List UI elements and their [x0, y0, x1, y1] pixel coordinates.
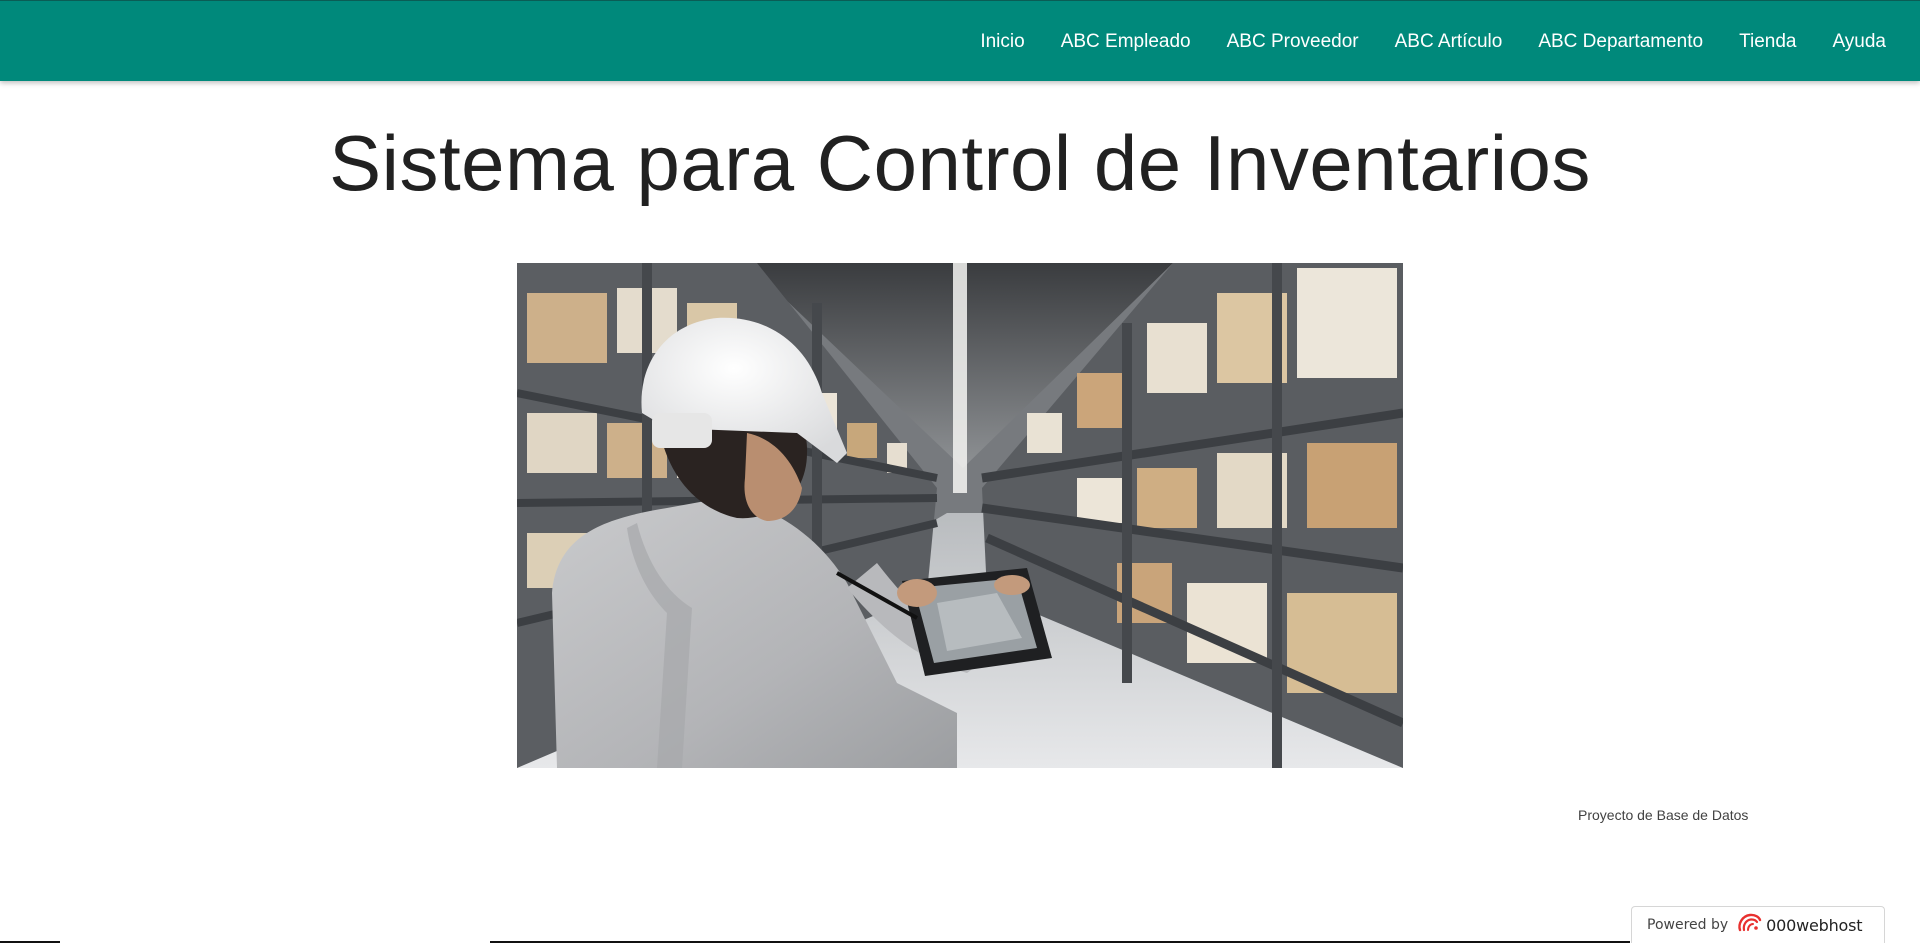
nav-link-ayuda[interactable]: Ayuda: [1814, 1, 1904, 82]
powered-by-badge[interactable]: Powered by 000webhost: [1631, 906, 1885, 943]
nav-menu: Inicio ABC Empleado ABC Proveedor ABC Ar…: [962, 1, 1904, 82]
nav-item-abc-departamento: ABC Departamento: [1520, 1, 1721, 82]
nav-item-ayuda: Ayuda: [1814, 1, 1904, 82]
nav-link-abc-proveedor[interactable]: ABC Proveedor: [1209, 1, 1377, 82]
nav-link-abc-empleado[interactable]: ABC Empleado: [1043, 1, 1209, 82]
nav-item-abc-empleado: ABC Empleado: [1043, 1, 1209, 82]
nav-link-tienda[interactable]: Tienda: [1721, 1, 1814, 82]
nav-link-abc-articulo[interactable]: ABC Artículo: [1377, 1, 1521, 82]
project-caption: Proyecto de Base de Datos: [1578, 807, 1749, 823]
nav-item-abc-proveedor: ABC Proveedor: [1209, 1, 1377, 82]
nav-item-tienda: Tienda: [1721, 1, 1814, 82]
page-title: Sistema para Control de Inventarios: [329, 119, 1591, 207]
nav-item-inicio: Inicio: [962, 1, 1042, 82]
nav-link-abc-departamento[interactable]: ABC Departamento: [1520, 1, 1721, 82]
warehouse-hero-image: [517, 263, 1403, 768]
nav-link-inicio[interactable]: Inicio: [962, 1, 1042, 82]
top-navbar: Inicio ABC Empleado ABC Proveedor ABC Ar…: [0, 0, 1920, 81]
000webhost-swirl-icon: [1736, 912, 1762, 938]
warehouse-worker-illustration: [517, 263, 1403, 768]
powered-by-label: Powered by: [1647, 917, 1729, 933]
nav-item-abc-articulo: ABC Artículo: [1377, 1, 1521, 82]
000webhost-brand: 000webhost: [1766, 915, 1863, 935]
